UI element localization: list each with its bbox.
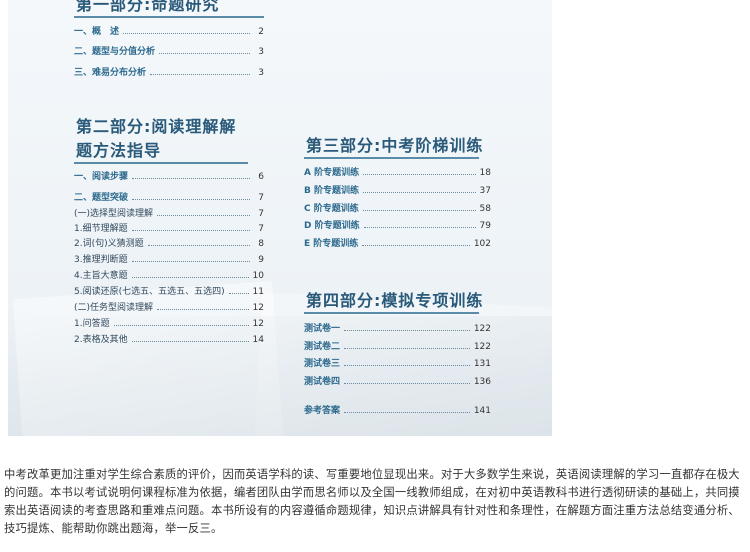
toc-entry-answers: 参考答案 141	[304, 406, 491, 416]
toc-entry: B 阶专题训练 37	[304, 186, 491, 196]
toc-image: 第一部分:命题研究 一、概 述2 二、题型与分值分析 3 三、难易分布分析 3 第二…	[8, 0, 552, 436]
toc-entry: A 阶专题训练 18	[304, 168, 491, 178]
toc-entry: E 阶专题训练 102	[304, 239, 491, 249]
toc-entry: C 阶专题训练 58	[304, 204, 491, 214]
toc-entry: 二、题型突破 7	[74, 193, 264, 203]
toc-entry: 2.词(句)义猜测题 8	[74, 239, 264, 249]
toc-entry: 1.问答题 12	[74, 319, 264, 329]
part4-rule	[304, 312, 479, 314]
toc-entry: 三、难易分布分析 3	[74, 68, 264, 78]
toc-entry: 测试卷四 136	[304, 377, 491, 387]
part3-rule	[304, 157, 479, 159]
toc-entry: 测试卷三 131	[304, 359, 491, 369]
toc-entry: 测试卷二 122	[304, 342, 491, 352]
toc-entry: 4.主旨大意题 10	[74, 271, 264, 281]
toc-entry: (一)选择型阅读理解 7	[74, 209, 264, 219]
part1-title: 第一部分:命题研究	[76, 0, 220, 14]
toc-entry: 1.细节理解题 7	[74, 224, 264, 234]
part3-title: 第三部分:中考阶梯训练	[306, 136, 484, 155]
part4-title: 第四部分:模拟专项训练	[306, 291, 484, 310]
toc-entry: 3.推理判断题 9	[74, 255, 264, 265]
part2-title-line2: 题方法指导	[76, 141, 162, 160]
book-description: 中考改革更加注重对学生综合素质的评价，因而英语学科的读、写重要地位显现出来。对于…	[4, 468, 740, 535]
toc-entry: 一、阅读步骤 6	[74, 172, 264, 182]
part1-rule	[74, 16, 264, 18]
part2-rule	[74, 162, 248, 164]
toc-entry: 一、概 述2	[74, 27, 264, 37]
toc-entry: 5.阅读还原(七选五、五选五、五选四) 11	[74, 287, 264, 297]
toc-entry: D 阶专题训练 79	[304, 221, 491, 231]
toc-entry: 测试卷一 122	[304, 324, 491, 334]
part2-title-line1: 第二部分:阅读理解解	[76, 117, 237, 136]
toc-entry: 2.表格及其他 14	[74, 335, 264, 345]
toc-entry: (二)任务型阅读理解 12	[74, 303, 264, 313]
toc-entry: 二、题型与分值分析 3	[74, 47, 264, 57]
